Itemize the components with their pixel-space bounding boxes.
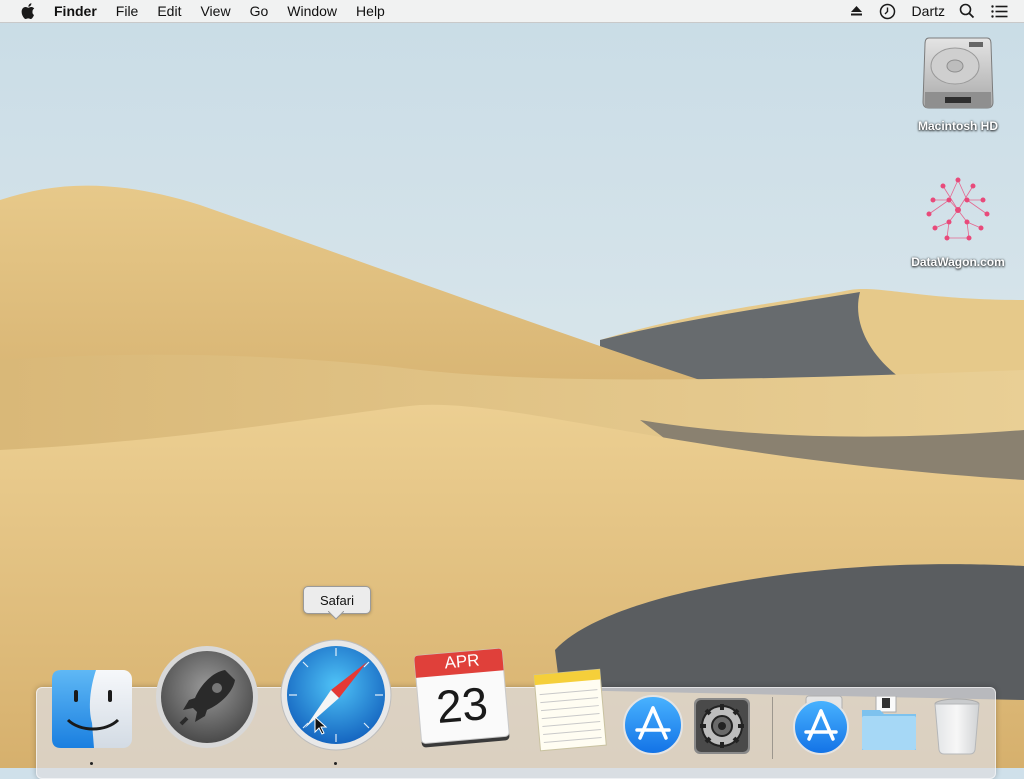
dock-item-notes[interactable] bbox=[531, 666, 611, 757]
menu-edit[interactable]: Edit bbox=[157, 0, 181, 22]
time-machine-icon[interactable] bbox=[879, 3, 896, 20]
notes-icon bbox=[533, 668, 607, 752]
apple-logo-icon[interactable] bbox=[18, 0, 38, 22]
dock-item-trash[interactable] bbox=[930, 696, 984, 761]
applications-stack-icon bbox=[793, 695, 849, 755]
safari-compass-icon bbox=[280, 639, 392, 751]
dock-item-downloads[interactable] bbox=[858, 695, 920, 759]
menu-go[interactable]: Go bbox=[250, 0, 269, 22]
menu-bar-status-area: Dartz bbox=[850, 0, 1024, 22]
dock-item-applications[interactable] bbox=[790, 694, 852, 761]
menu-window[interactable]: Window bbox=[287, 0, 337, 22]
tooltip-pointer bbox=[328, 611, 344, 620]
dock-tooltip: Safari bbox=[303, 586, 371, 614]
desktop-icon-datawagon[interactable]: DataWagon.com bbox=[903, 172, 1013, 269]
dock-item-system-preferences[interactable] bbox=[692, 696, 752, 761]
desktop-icon-label: DataWagon.com bbox=[911, 255, 1005, 269]
dock-item-calendar[interactable]: APR 23 bbox=[412, 648, 512, 755]
menu-view[interactable]: View bbox=[200, 0, 230, 22]
dock-item-finder[interactable] bbox=[50, 668, 134, 753]
notification-center-icon[interactable] bbox=[991, 4, 1008, 18]
running-indicator bbox=[90, 762, 93, 765]
hard-drive-icon bbox=[919, 32, 997, 117]
app-store-icon bbox=[623, 695, 683, 755]
desktop-icon-macintosh-hd[interactable]: Macintosh HD bbox=[903, 32, 1013, 133]
menu-bar: Finder File Edit View Go Window Help Dar… bbox=[0, 0, 1024, 23]
dock-separator bbox=[772, 697, 773, 759]
downloads-folder-icon bbox=[862, 695, 916, 750]
gear-icon bbox=[694, 698, 750, 754]
running-indicator bbox=[334, 762, 337, 765]
dock-item-app-store[interactable] bbox=[622, 694, 684, 761]
finder-icon bbox=[52, 670, 132, 748]
menu-help[interactable]: Help bbox=[356, 0, 385, 22]
network-share-icon bbox=[921, 172, 995, 253]
mouse-cursor-icon bbox=[314, 716, 328, 735]
menu-file[interactable]: File bbox=[116, 0, 139, 22]
user-name[interactable]: Dartz bbox=[912, 3, 945, 19]
desktop-icon-label: Macintosh HD bbox=[917, 119, 998, 133]
trash-icon bbox=[934, 698, 980, 755]
dock-item-safari[interactable] bbox=[279, 638, 393, 757]
menu-app-finder[interactable]: Finder bbox=[54, 0, 97, 22]
spotlight-search-icon[interactable] bbox=[959, 3, 975, 19]
eject-icon[interactable] bbox=[850, 5, 863, 17]
launchpad-rocket-icon bbox=[156, 646, 258, 748]
dock-item-launchpad[interactable] bbox=[153, 644, 261, 755]
calendar-day: 23 bbox=[434, 676, 490, 734]
